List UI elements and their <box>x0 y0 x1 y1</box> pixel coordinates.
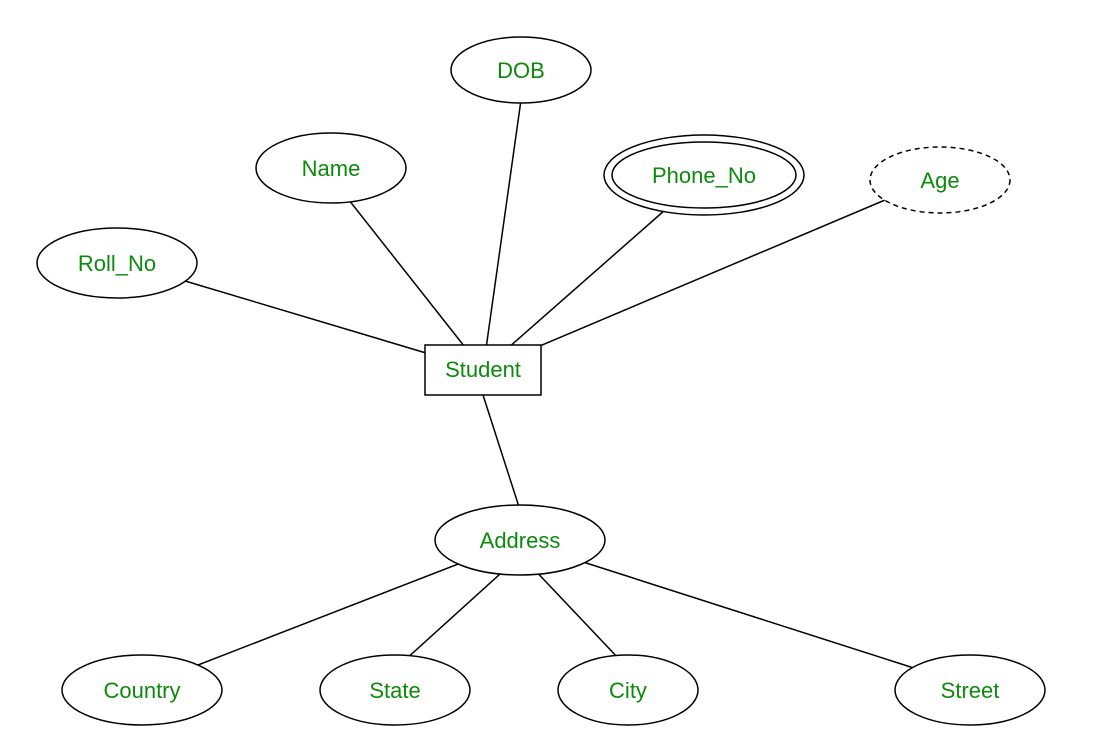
attr-rollno-label: Roll_No <box>78 251 156 276</box>
attr-phoneno-label: Phone_No <box>652 163 756 188</box>
edge-address-street <box>530 545 920 670</box>
edge-student-name <box>345 195 483 370</box>
attr-city-label: City <box>609 678 647 703</box>
er-diagram: Student Roll_No Name DOB Phone_No Age Ad… <box>0 0 1112 753</box>
attr-street-label: Street <box>941 678 1000 703</box>
attr-dob-label: DOB <box>497 58 545 83</box>
attr-name-label: Name <box>302 156 361 181</box>
edge-student-dob <box>483 100 521 370</box>
edge-student-age <box>483 200 885 370</box>
entity-student-label: Student <box>445 357 521 382</box>
attr-state-label: State <box>369 678 420 703</box>
edge-address-city <box>530 565 620 660</box>
edge-student-address <box>483 395 520 510</box>
attr-age-label: Age <box>920 168 959 193</box>
attr-address-label: Address <box>480 528 561 553</box>
attr-country-label: Country <box>103 678 180 703</box>
